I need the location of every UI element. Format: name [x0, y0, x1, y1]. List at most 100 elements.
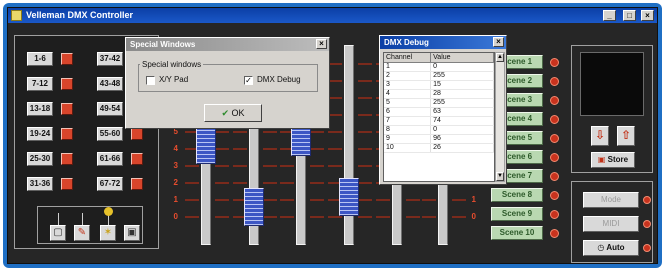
store-button[interactable]: ▣ Store	[591, 152, 635, 168]
table-row[interactable]: 10	[384, 63, 494, 72]
scene-indicator	[550, 153, 559, 162]
table-row[interactable]: 5 255	[384, 99, 494, 108]
fader-tick	[185, 165, 199, 167]
scene-button[interactable]: Scene 10	[491, 226, 543, 240]
fader-tick	[358, 114, 372, 116]
fader-tick	[358, 216, 372, 218]
channel-cell: 8	[384, 126, 432, 134]
frame-tool-button[interactable]: ▣	[124, 225, 140, 241]
fader-tick	[328, 165, 342, 167]
group-button[interactable]: 1-6	[27, 52, 53, 66]
auto-label: Auto	[606, 243, 625, 252]
scene-button[interactable]: Scene 8	[491, 188, 543, 202]
table-header: Channel Value	[384, 53, 494, 63]
fader-knob[interactable]	[196, 126, 216, 164]
table-row[interactable]: 3 15	[384, 81, 494, 90]
close-button[interactable]: ×	[641, 10, 654, 21]
channel-cell: 2	[384, 72, 432, 80]
mode-button[interactable]: Mode	[583, 192, 639, 208]
special-windows-dialog: Special Windows × Special windows X/Y Pa…	[125, 37, 330, 129]
scene-indicator	[550, 115, 559, 124]
fader-tick	[233, 148, 247, 150]
group-button[interactable]: 19-24	[27, 127, 53, 141]
maximize-button[interactable]: □	[623, 10, 636, 21]
scene-button[interactable]: Scene 9	[491, 207, 543, 221]
group-led[interactable]	[61, 78, 73, 90]
group-button[interactable]: 67-72	[97, 177, 123, 191]
scale-label: 1	[471, 195, 476, 204]
color-tool-button[interactable]: ✎	[74, 225, 90, 241]
group-led[interactable]	[61, 178, 73, 190]
value-cell: 255	[431, 72, 494, 80]
group-button[interactable]: 55-60	[97, 127, 123, 141]
dmx-debug-checkbox[interactable]: ✓	[244, 76, 253, 85]
column-header-channel[interactable]: Channel	[384, 53, 432, 62]
fader-tick	[185, 199, 199, 201]
close-icon[interactable]: ×	[493, 37, 504, 47]
ok-button[interactable]: ✔ OK	[204, 104, 262, 122]
table-row[interactable]: 7 74	[384, 117, 494, 126]
light-tool-button[interactable]: ✶	[100, 225, 116, 241]
arrow-down-button[interactable]: ⇩	[591, 126, 609, 146]
fader-tick	[280, 165, 294, 167]
table-row[interactable]: 4 28	[384, 90, 494, 99]
group-button[interactable]: 31-36	[27, 177, 53, 191]
value-cell: 0	[431, 63, 494, 71]
window-title: Velleman DMX Controller	[26, 10, 134, 20]
store-panel: ⇩ ⇧ ▣ Store	[571, 45, 653, 173]
dialog-title-bar[interactable]: Special Windows ×	[126, 38, 329, 51]
channel-cell: 3	[384, 81, 432, 89]
value-cell: 74	[431, 117, 494, 125]
table-row[interactable]: 6 63	[384, 108, 494, 117]
dialog-title: Special Windows	[130, 40, 196, 49]
xy-pad-checkbox[interactable]	[146, 76, 155, 85]
group-led[interactable]	[61, 153, 73, 165]
fader-tick	[328, 80, 342, 82]
scene-indicator	[550, 96, 559, 105]
group-led[interactable]	[61, 53, 73, 65]
table-row[interactable]: 10 26	[384, 144, 494, 153]
group-button[interactable]: 43-48	[97, 77, 123, 91]
yellow-indicator-icon	[104, 207, 113, 216]
minimize-button[interactable]: _	[603, 10, 616, 21]
fader-knob[interactable]	[339, 177, 359, 216]
fader-tick	[328, 97, 342, 99]
arrow-up-icon: ⇧	[620, 128, 632, 142]
table-row[interactable]: 9 96	[384, 135, 494, 144]
blackout-button[interactable]: ▢	[50, 225, 66, 241]
fader-tick	[280, 199, 294, 201]
scrollbar[interactable]: ▲ ▼	[495, 52, 505, 182]
fader-tick	[358, 97, 372, 99]
group-led[interactable]	[131, 178, 143, 190]
arrow-up-button[interactable]: ⇧	[617, 126, 635, 146]
fader-tick	[263, 199, 277, 201]
scroll-up-icon[interactable]: ▲	[496, 53, 504, 62]
group-led[interactable]	[131, 128, 143, 140]
group-button[interactable]: 61-66	[97, 152, 123, 166]
channel-cell: 5	[384, 99, 432, 107]
group-button[interactable]: 25-30	[27, 152, 53, 166]
midi-button[interactable]: MIDI	[583, 216, 639, 232]
scale-label: 2	[173, 178, 178, 187]
app-icon	[11, 10, 22, 21]
title-bar[interactable]: Velleman DMX Controller _ □ ×	[8, 8, 657, 23]
auto-button[interactable]: ◷ Auto	[583, 240, 639, 256]
close-icon[interactable]: ×	[316, 39, 327, 49]
group-button[interactable]: 7-12	[27, 77, 53, 91]
arrow-down-icon: ⇩	[594, 128, 606, 142]
group-led[interactable]	[61, 103, 73, 115]
table-row[interactable]: 80	[384, 126, 494, 135]
group-button[interactable]: 37-42	[97, 52, 123, 66]
dmx-table[interactable]: Channel Value 1 0 2 255 3 15 4 28 5 255 6 63 7 74 8 0 9 9…	[383, 52, 495, 182]
store-label: Store	[607, 155, 629, 164]
group-button[interactable]: 49-54	[97, 102, 123, 116]
scroll-down-icon[interactable]: ▼	[496, 172, 504, 181]
group-button[interactable]: 13-18	[27, 102, 53, 116]
column-header-value[interactable]: Value	[431, 53, 494, 62]
group-led[interactable]	[61, 128, 73, 140]
fader-tick	[358, 165, 372, 167]
table-row[interactable]: 2 255	[384, 72, 494, 81]
dialog-title-bar[interactable]: DMX Debug ×	[380, 36, 506, 49]
group-led[interactable]	[131, 153, 143, 165]
fader-knob[interactable]	[244, 187, 264, 226]
